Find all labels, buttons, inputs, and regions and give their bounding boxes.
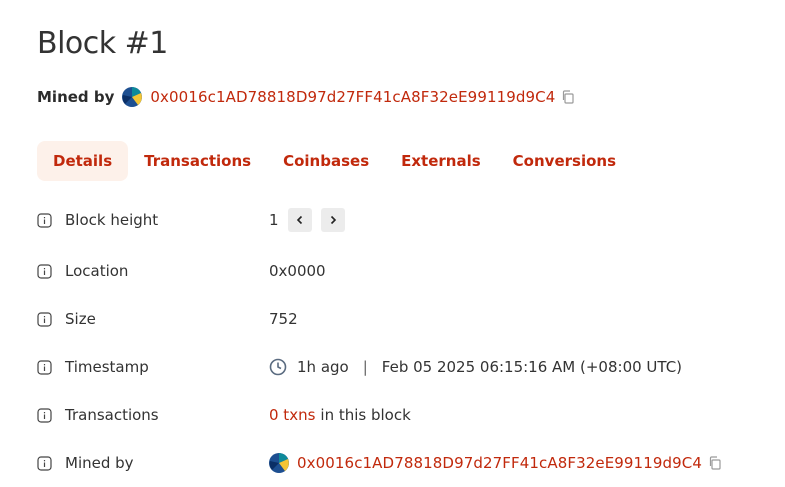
next-block-button[interactable] xyxy=(320,208,345,232)
row-mined-by: Mined by 0x0016c1AD78818D97d27FF41cA8F32… xyxy=(37,451,757,475)
size-label: Size xyxy=(65,310,96,328)
transactions-label: Transactions xyxy=(65,406,159,424)
transactions-count-link[interactable]: 0 txns xyxy=(269,406,315,424)
tab-coinbases[interactable]: Coinbases xyxy=(267,141,385,181)
timestamp-relative: 1h ago xyxy=(297,358,349,376)
page-title: Block #1 xyxy=(37,26,168,61)
clock-icon xyxy=(269,358,287,376)
timestamp-label: Timestamp xyxy=(65,358,149,376)
mined-by-header: Mined by 0x0016c1AD78818D97d27FF41cA8F32… xyxy=(37,86,575,108)
size-value: 752 xyxy=(269,310,298,328)
mined-by-row-label: Mined by xyxy=(65,454,134,472)
block-height-value: 1 xyxy=(269,211,279,229)
info-icon xyxy=(37,263,52,279)
row-size: Size 752 xyxy=(37,307,757,331)
location-label: Location xyxy=(65,262,129,280)
tab-transactions[interactable]: Transactions xyxy=(128,141,267,181)
miner-avatar xyxy=(269,453,289,473)
tab-details[interactable]: Details xyxy=(37,141,129,181)
copy-icon[interactable] xyxy=(561,90,575,104)
info-icon xyxy=(37,212,52,228)
block-height-label: Block height xyxy=(65,211,159,229)
transactions-suffix: in this block xyxy=(320,406,411,424)
miner-avatar xyxy=(122,87,143,107)
row-transactions: Transactions 0 txns in this block xyxy=(37,403,757,427)
timestamp-absolute: Feb 05 2025 06:15:16 AM (+08:00 UTC) xyxy=(381,358,683,376)
chevron-right-icon xyxy=(330,215,336,225)
chevron-left-icon xyxy=(296,215,302,225)
row-location: Location 0x0000 xyxy=(37,259,757,283)
miner-address-link[interactable]: 0x0016c1AD78818D97d27FF41cA8F32eE99119d9… xyxy=(297,454,702,472)
tab-externals[interactable]: Externals xyxy=(385,141,497,181)
tab-bar: Details Transactions Coinbases Externals… xyxy=(37,141,632,181)
timestamp-separator: | xyxy=(362,358,368,376)
info-icon xyxy=(37,407,52,423)
copy-icon[interactable] xyxy=(708,456,722,470)
miner-address-link[interactable]: 0x0016c1AD78818D97d27FF41cA8F32eE99119d9… xyxy=(150,88,555,106)
previous-block-button[interactable] xyxy=(287,208,312,232)
info-icon xyxy=(37,311,52,327)
tab-conversions[interactable]: Conversions xyxy=(497,141,632,181)
mined-by-label: Mined by xyxy=(37,88,115,106)
location-value: 0x0000 xyxy=(269,262,326,280)
row-block-height: Block height 1 xyxy=(37,208,757,232)
info-icon xyxy=(37,359,52,375)
info-icon xyxy=(37,455,52,471)
row-timestamp: Timestamp 1h ago | Feb 05 2025 06:15:16 … xyxy=(37,355,757,379)
